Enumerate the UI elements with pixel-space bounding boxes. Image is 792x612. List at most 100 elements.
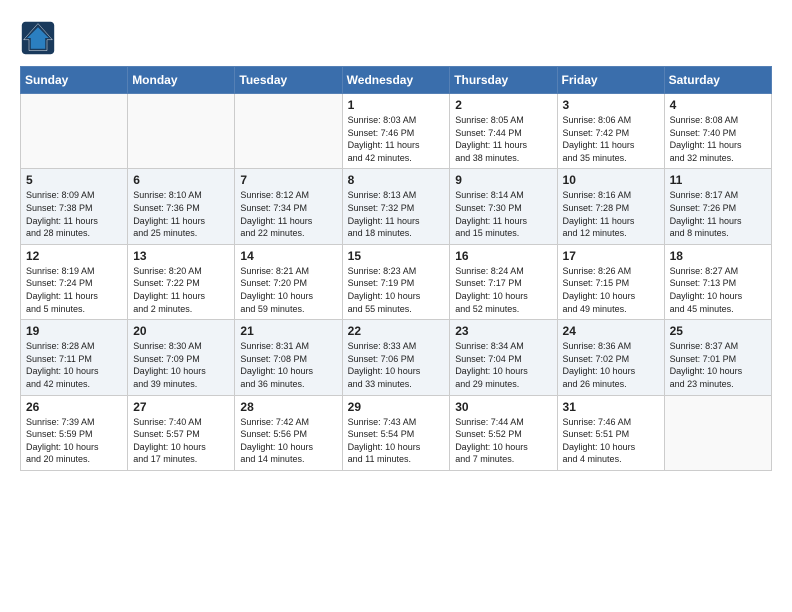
day-number: 22 [348, 324, 445, 338]
calendar-cell: 7Sunrise: 8:12 AM Sunset: 7:34 PM Daylig… [235, 169, 342, 244]
day-info: Sunrise: 8:13 AM Sunset: 7:32 PM Dayligh… [348, 189, 445, 239]
day-number: 17 [563, 249, 659, 263]
calendar-cell: 10 Sunrise: 8:16 AM Sunset: 7:28 PM Dayli… [557, 169, 664, 244]
calendar-cell [21, 94, 128, 169]
day-info: Sunrise: 8:10 AM Sunset: 7:36 PM Dayligh… [133, 189, 229, 239]
calendar-cell: 20Sunrise: 8:30 AM Sunset: 7:09 PM Dayli… [128, 320, 235, 395]
day-number: 7 [240, 173, 336, 187]
calendar-cell: 21Sunrise: 8:31 AM Sunset: 7:08 PM Dayli… [235, 320, 342, 395]
day-number: 28 [240, 400, 336, 414]
day-info: Sunrise: 8:33 AM Sunset: 7:06 PM Dayligh… [348, 340, 445, 390]
calendar-week-row: 19 Sunrise: 8:28 AM Sunset: 7:11 PM Dayli… [21, 320, 772, 395]
calendar-week-row: 12 Sunrise: 8:19 AM Sunset: 7:24 PM Dayli… [21, 244, 772, 319]
day-number: 2 [455, 98, 551, 112]
calendar-cell: 2 Sunrise: 8:05 AM Sunset: 7:44 PM Daylig… [450, 94, 557, 169]
day-number: 12 [26, 249, 122, 263]
day-number: 11 [670, 173, 766, 187]
day-info: Sunrise: 7:43 AM Sunset: 5:54 PM Dayligh… [348, 416, 445, 466]
calendar-cell: 9 Sunrise: 8:14 AM Sunset: 7:30 PM Daylig… [450, 169, 557, 244]
day-number: 26 [26, 400, 122, 414]
day-info: Sunrise: 8:06 AM Sunset: 7:42 PM Dayligh… [563, 114, 659, 164]
day-info: Sunrise: 8:14 AM Sunset: 7:30 PM Dayligh… [455, 189, 551, 239]
day-info: Sunrise: 8:27 AM Sunset: 7:13 PM Dayligh… [670, 265, 766, 315]
day-number: 9 [455, 173, 551, 187]
calendar-cell: 13 Sunrise: 8:20 AM Sunset: 7:22 PM Dayli… [128, 244, 235, 319]
calendar-cell: 1 Sunrise: 8:03 AM Sunset: 7:46 PM Daylig… [342, 94, 450, 169]
logo-icon [20, 20, 56, 56]
weekday-header: Saturday [664, 67, 771, 94]
day-info: Sunrise: 8:34 AM Sunset: 7:04 PM Dayligh… [455, 340, 551, 390]
calendar-cell: 11 Sunrise: 8:17 AM Sunset: 7:26 PM Dayli… [664, 169, 771, 244]
day-number: 10 [563, 173, 659, 187]
calendar-cell: 8 Sunrise: 8:13 AM Sunset: 7:32 PM Daylig… [342, 169, 450, 244]
calendar-cell: 30Sunrise: 7:44 AM Sunset: 5:52 PM Dayli… [450, 395, 557, 470]
day-info: Sunrise: 7:44 AM Sunset: 5:52 PM Dayligh… [455, 416, 551, 466]
day-info: Sunrise: 8:17 AM Sunset: 7:26 PM Dayligh… [670, 189, 766, 239]
day-info: Sunrise: 8:09 AM Sunset: 7:38 PM Dayligh… [26, 189, 122, 239]
calendar-cell: 12 Sunrise: 8:19 AM Sunset: 7:24 PM Dayli… [21, 244, 128, 319]
day-number: 29 [348, 400, 445, 414]
day-info: Sunrise: 8:03 AM Sunset: 7:46 PM Dayligh… [348, 114, 445, 164]
calendar-header-row: SundayMondayTuesdayWednesdayThursdayFrid… [21, 67, 772, 94]
calendar-cell: 23 Sunrise: 8:34 AM Sunset: 7:04 PM Dayli… [450, 320, 557, 395]
day-number: 16 [455, 249, 551, 263]
calendar-cell: 27Sunrise: 7:40 AM Sunset: 5:57 PM Dayli… [128, 395, 235, 470]
calendar-cell: 28 Sunrise: 7:42 AM Sunset: 5:56 PM Dayli… [235, 395, 342, 470]
day-info: Sunrise: 8:20 AM Sunset: 7:22 PM Dayligh… [133, 265, 229, 315]
day-number: 31 [563, 400, 659, 414]
day-info: Sunrise: 8:24 AM Sunset: 7:17 PM Dayligh… [455, 265, 551, 315]
calendar-cell: 29 Sunrise: 7:43 AM Sunset: 5:54 PM Dayli… [342, 395, 450, 470]
day-info: Sunrise: 8:05 AM Sunset: 7:44 PM Dayligh… [455, 114, 551, 164]
day-info: Sunrise: 7:42 AM Sunset: 5:56 PM Dayligh… [240, 416, 336, 466]
weekday-header: Monday [128, 67, 235, 94]
calendar-cell: 15 Sunrise: 8:23 AM Sunset: 7:19 PM Dayli… [342, 244, 450, 319]
day-number: 8 [348, 173, 445, 187]
calendar-cell: 31 Sunrise: 7:46 AM Sunset: 5:51 PM Dayli… [557, 395, 664, 470]
calendar-week-row: 1 Sunrise: 8:03 AM Sunset: 7:46 PM Daylig… [21, 94, 772, 169]
calendar-cell: 25Sunrise: 8:37 AM Sunset: 7:01 PM Dayli… [664, 320, 771, 395]
calendar-table: SundayMondayTuesdayWednesdayThursdayFrid… [20, 66, 772, 471]
day-info: Sunrise: 7:40 AM Sunset: 5:57 PM Dayligh… [133, 416, 229, 466]
day-info: Sunrise: 8:23 AM Sunset: 7:19 PM Dayligh… [348, 265, 445, 315]
day-info: Sunrise: 8:16 AM Sunset: 7:28 PM Dayligh… [563, 189, 659, 239]
calendar-week-row: 26 Sunrise: 7:39 AM Sunset: 5:59 PM Dayli… [21, 395, 772, 470]
calendar-cell: 17Sunrise: 8:26 AM Sunset: 7:15 PM Dayli… [557, 244, 664, 319]
calendar-cell: 16 Sunrise: 8:24 AM Sunset: 7:17 PM Dayli… [450, 244, 557, 319]
day-number: 14 [240, 249, 336, 263]
day-number: 18 [670, 249, 766, 263]
day-info: Sunrise: 8:19 AM Sunset: 7:24 PM Dayligh… [26, 265, 122, 315]
day-number: 3 [563, 98, 659, 112]
calendar-cell: 3 Sunrise: 8:06 AM Sunset: 7:42 PM Daylig… [557, 94, 664, 169]
page-header [20, 20, 772, 56]
day-info: Sunrise: 7:46 AM Sunset: 5:51 PM Dayligh… [563, 416, 659, 466]
day-number: 19 [26, 324, 122, 338]
day-info: Sunrise: 8:08 AM Sunset: 7:40 PM Dayligh… [670, 114, 766, 164]
calendar-cell: 5 Sunrise: 8:09 AM Sunset: 7:38 PM Daylig… [21, 169, 128, 244]
weekday-header: Thursday [450, 67, 557, 94]
calendar-cell: 6 Sunrise: 8:10 AM Sunset: 7:36 PM Daylig… [128, 169, 235, 244]
weekday-header: Wednesday [342, 67, 450, 94]
calendar-cell: 18 Sunrise: 8:27 AM Sunset: 7:13 PM Dayli… [664, 244, 771, 319]
calendar-cell [664, 395, 771, 470]
day-number: 5 [26, 173, 122, 187]
calendar-cell: 4 Sunrise: 8:08 AM Sunset: 7:40 PM Daylig… [664, 94, 771, 169]
day-info: Sunrise: 7:39 AM Sunset: 5:59 PM Dayligh… [26, 416, 122, 466]
logo [20, 20, 62, 56]
weekday-header: Sunday [21, 67, 128, 94]
calendar-cell: 26 Sunrise: 7:39 AM Sunset: 5:59 PM Dayli… [21, 395, 128, 470]
calendar-cell: 22 Sunrise: 8:33 AM Sunset: 7:06 PM Dayli… [342, 320, 450, 395]
calendar-cell: 19 Sunrise: 8:28 AM Sunset: 7:11 PM Dayli… [21, 320, 128, 395]
day-info: Sunrise: 8:37 AM Sunset: 7:01 PM Dayligh… [670, 340, 766, 390]
day-number: 15 [348, 249, 445, 263]
day-info: Sunrise: 8:28 AM Sunset: 7:11 PM Dayligh… [26, 340, 122, 390]
day-number: 23 [455, 324, 551, 338]
day-number: 4 [670, 98, 766, 112]
calendar-week-row: 5 Sunrise: 8:09 AM Sunset: 7:38 PM Daylig… [21, 169, 772, 244]
calendar-cell: 14Sunrise: 8:21 AM Sunset: 7:20 PM Dayli… [235, 244, 342, 319]
weekday-header: Tuesday [235, 67, 342, 94]
day-number: 6 [133, 173, 229, 187]
weekday-header: Friday [557, 67, 664, 94]
day-number: 1 [348, 98, 445, 112]
day-number: 13 [133, 249, 229, 263]
day-info: Sunrise: 8:31 AM Sunset: 7:08 PM Dayligh… [240, 340, 336, 390]
